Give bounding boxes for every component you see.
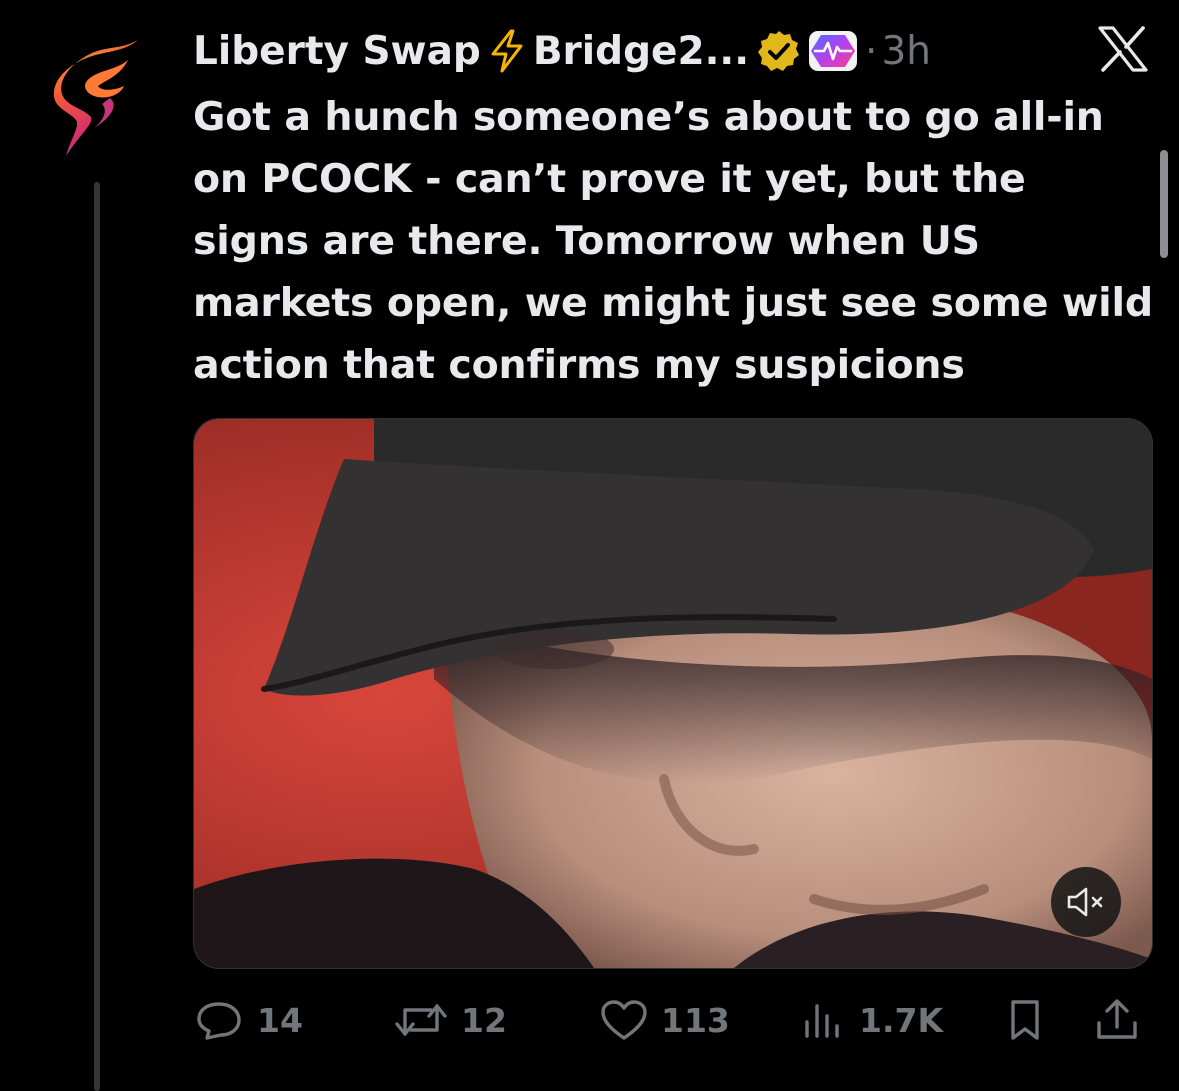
reply-icon <box>197 1002 241 1040</box>
like-button[interactable]: 113 <box>599 992 730 1048</box>
repost-icon <box>395 1004 447 1036</box>
bookmark-icon <box>1011 1000 1039 1040</box>
verified-badge-icon[interactable] <box>757 29 801 73</box>
reply-count: 14 <box>257 1000 303 1040</box>
lightning-bolt-icon <box>491 29 523 73</box>
views-button[interactable]: 1.7K <box>799 992 943 1048</box>
share-button[interactable] <box>1093 992 1141 1048</box>
share-icon <box>1097 999 1137 1039</box>
speaker-muted-icon <box>1067 887 1103 917</box>
view-count: 1.7K <box>859 1000 944 1040</box>
heart-icon <box>601 1000 647 1040</box>
flame-s-logo-icon <box>53 40 138 156</box>
scrollbar[interactable] <box>1160 150 1168 258</box>
action-bar: 14 12 113 1.7K <box>193 992 1153 1048</box>
like-count: 113 <box>661 1000 730 1040</box>
author-name-suffix[interactable]: Bridge2... <box>533 29 749 74</box>
repost-button[interactable]: 12 <box>393 992 507 1048</box>
tweet-text: Got a hunch someone’s about to go all-in… <box>193 94 1153 388</box>
views-chart-icon <box>805 1004 839 1038</box>
avatar[interactable] <box>50 36 142 162</box>
tweet-view: Liberty Swap Bridge2... · 3h Got a hunch… <box>0 0 1179 1091</box>
thread-line <box>94 182 100 1091</box>
reply-button[interactable]: 14 <box>193 992 303 1048</box>
video-player[interactable] <box>193 418 1153 969</box>
repost-count: 12 <box>461 1000 507 1040</box>
author-name[interactable]: Liberty Swap <box>193 29 481 74</box>
bookmark-button[interactable] <box>1003 992 1047 1048</box>
tweet-header: Liberty Swap Bridge2... · 3h <box>193 20 931 82</box>
timestamp[interactable]: 3h <box>881 29 931 74</box>
pulse-affiliate-badge-icon[interactable] <box>807 29 859 73</box>
mute-button[interactable] <box>1051 867 1121 937</box>
separator-dot: · <box>865 28 878 74</box>
x-logo-icon <box>1098 26 1148 72</box>
video-frame <box>194 419 1152 968</box>
